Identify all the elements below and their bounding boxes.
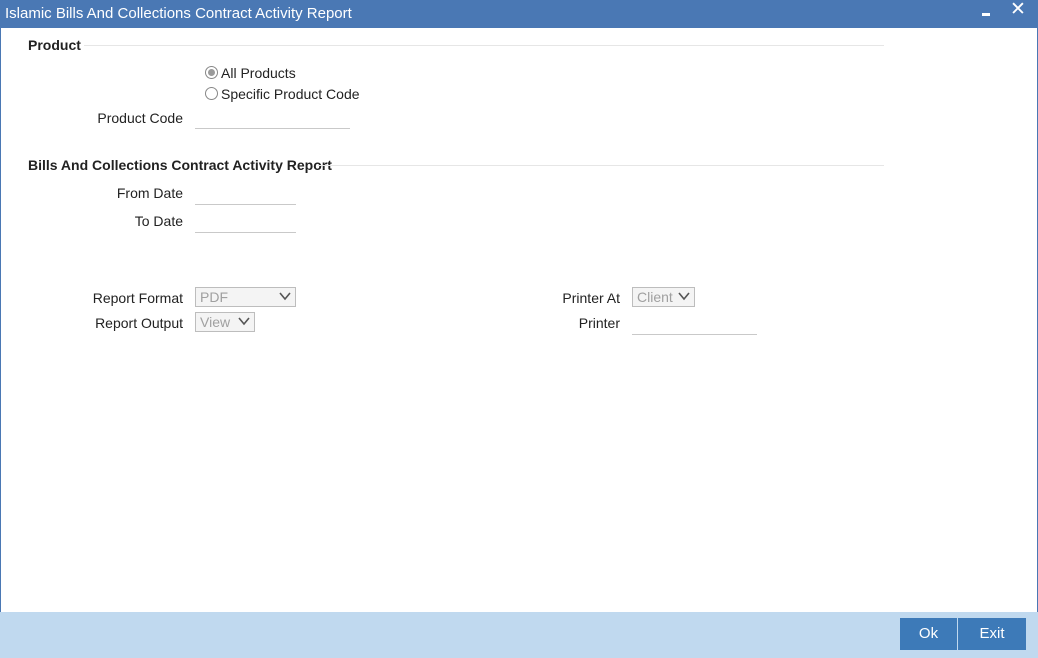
product-code-label: Product Code (97, 110, 183, 126)
to-date-label: To Date (134, 213, 183, 229)
printer-input[interactable] (632, 311, 757, 333)
chevron-down-icon (678, 292, 690, 301)
window-border-left (0, 28, 1, 612)
from-date-input[interactable] (195, 181, 296, 203)
from-date-underline (195, 204, 296, 205)
report-format-select[interactable]: PDF (195, 287, 296, 307)
printer-at-select[interactable]: Client (632, 287, 695, 307)
report-format-value: PDF (200, 289, 228, 305)
report-output-label: Report Output (95, 315, 183, 331)
specific-product-code-radio[interactable] (205, 87, 218, 100)
report-output-value: View (200, 314, 231, 330)
footer-bar (0, 612, 1038, 658)
product-section-title: Product (28, 37, 81, 53)
to-date-underline (195, 232, 296, 233)
title-bar: Islamic Bills And Collections Contract A… (0, 0, 1038, 28)
close-icon[interactable]: ✕ (1009, 0, 1027, 22)
chevron-down-icon (238, 317, 250, 326)
activity-section-divider (318, 165, 884, 166)
exit-button[interactable]: Exit (958, 618, 1026, 650)
printer-underline (632, 334, 757, 335)
printer-label: Printer (578, 315, 620, 331)
chevron-down-icon (279, 292, 291, 301)
printer-at-value: Client (637, 289, 673, 305)
from-date-label: From Date (116, 185, 183, 201)
printer-at-label: Printer At (562, 290, 620, 306)
all-products-radio[interactable] (205, 66, 218, 79)
ok-button[interactable]: Ok (900, 618, 957, 650)
minimize-icon[interactable] (979, 2, 993, 22)
report-format-label: Report Format (92, 290, 183, 306)
product-code-input[interactable] (195, 106, 350, 128)
all-products-label[interactable]: All Products (221, 65, 296, 81)
to-date-input[interactable] (195, 209, 296, 231)
report-output-select[interactable]: View (195, 312, 255, 332)
product-code-underline (195, 128, 350, 129)
window-title: Islamic Bills And Collections Contract A… (5, 5, 352, 22)
product-section-divider (84, 45, 884, 46)
specific-product-code-label[interactable]: Specific Product Code (221, 86, 360, 102)
activity-section-title: Bills And Collections Contract Activity … (28, 157, 332, 173)
